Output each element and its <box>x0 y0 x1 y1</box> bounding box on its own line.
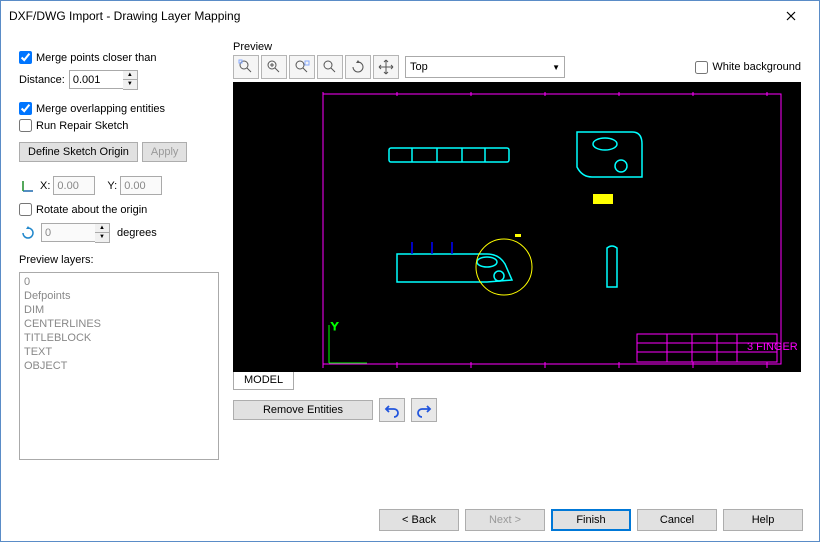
white-bg-label: White background <box>712 61 801 73</box>
redo-button[interactable] <box>411 398 437 422</box>
preview-toolbar: Top ▼ White background <box>233 55 801 79</box>
white-bg-checkbox[interactable]: White background <box>695 61 801 74</box>
list-item[interactable]: TITLEBLOCK <box>24 331 214 345</box>
close-icon <box>786 11 796 21</box>
dialog-window: DXF/DWG Import - Drawing Layer Mapping M… <box>0 0 820 542</box>
list-item[interactable]: OBJECT <box>24 359 214 373</box>
list-item[interactable]: Defpoints <box>24 289 214 303</box>
layers-listbox[interactable]: 0 Defpoints DIM CENTERLINES TITLEBLOCK T… <box>19 272 219 460</box>
rotate-view-button[interactable] <box>345 55 371 79</box>
apply-button: Apply <box>142 142 188 162</box>
redo-icon <box>416 402 432 418</box>
zoom-out-button[interactable] <box>317 55 343 79</box>
origin-icon <box>19 177 37 195</box>
merge-overlap-input[interactable] <box>19 102 32 115</box>
undo-icon <box>384 402 400 418</box>
remove-entities-button[interactable]: Remove Entities <box>233 400 373 420</box>
drawing-preview: 3 FINGER JAW Y <box>233 82 801 372</box>
next-button: Next > <box>465 509 545 531</box>
merge-overlap-checkbox[interactable]: Merge overlapping entities <box>19 102 219 115</box>
distance-down[interactable]: ▼ <box>123 80 137 89</box>
x-input[interactable] <box>53 176 95 195</box>
rotate-icon <box>19 224 37 242</box>
pan-button[interactable] <box>373 55 399 79</box>
list-item[interactable]: CENTERLINES <box>24 317 214 331</box>
zoom-in-icon <box>294 59 310 75</box>
pan-icon <box>378 59 394 75</box>
titlebar: DXF/DWG Import - Drawing Layer Mapping <box>1 1 819 31</box>
white-bg-input[interactable] <box>695 61 708 74</box>
angle-spinner[interactable]: ▲ ▼ <box>41 223 113 243</box>
preview-label: Preview <box>233 41 801 53</box>
zoom-in-button[interactable] <box>289 55 315 79</box>
zoom-area-icon <box>266 59 282 75</box>
view-select[interactable]: Top ▼ <box>405 56 565 78</box>
window-title: DXF/DWG Import - Drawing Layer Mapping <box>9 9 771 23</box>
merge-points-label: Merge points closer than <box>36 52 156 64</box>
angle-down[interactable]: ▼ <box>95 233 109 242</box>
distance-label: Distance: <box>19 74 65 86</box>
zoom-out-icon <box>322 59 338 75</box>
zoom-fit-button[interactable] <box>233 55 259 79</box>
preview-panel: Preview Top ▼ White background <box>233 41 801 491</box>
chevron-down-icon: ▼ <box>552 63 560 72</box>
options-panel: Merge points closer than Distance: ▲ ▼ M… <box>19 41 219 491</box>
distance-up[interactable]: ▲ <box>123 71 137 80</box>
list-item[interactable]: DIM <box>24 303 214 317</box>
rotate-input[interactable] <box>19 203 32 216</box>
zoom-fit-icon <box>238 59 254 75</box>
finish-button[interactable]: Finish <box>551 509 631 531</box>
degrees-label: degrees <box>117 227 157 239</box>
svg-text:3 FINGER JAW: 3 FINGER JAW <box>747 341 801 353</box>
preview-layers-label: Preview layers: <box>19 254 219 266</box>
run-repair-checkbox[interactable]: Run Repair Sketch <box>19 119 219 132</box>
define-origin-button[interactable]: Define Sketch Origin <box>19 142 138 162</box>
x-label: X: <box>40 180 50 192</box>
view-select-value: Top <box>410 61 428 73</box>
wizard-footer: < Back Next > Finish Cancel Help <box>379 509 803 531</box>
y-input[interactable] <box>120 176 162 195</box>
rotate-checkbox[interactable]: Rotate about the origin <box>19 203 219 216</box>
y-label: Y: <box>107 180 117 192</box>
run-repair-input[interactable] <box>19 119 32 132</box>
angle-up[interactable]: ▲ <box>95 224 109 233</box>
cancel-button[interactable]: Cancel <box>637 509 717 531</box>
rotate-label: Rotate about the origin <box>36 204 147 216</box>
rotate-view-icon <box>350 59 366 75</box>
zoom-area-button[interactable] <box>261 55 287 79</box>
angle-input[interactable] <box>41 223 96 242</box>
distance-spinner[interactable]: ▲ ▼ <box>69 70 141 90</box>
merge-overlap-label: Merge overlapping entities <box>36 103 165 115</box>
run-repair-label: Run Repair Sketch <box>36 120 128 132</box>
list-item[interactable]: TEXT <box>24 345 214 359</box>
close-button[interactable] <box>771 2 811 30</box>
merge-points-input[interactable] <box>19 51 32 64</box>
svg-text:Y: Y <box>331 321 339 333</box>
merge-points-checkbox[interactable]: Merge points closer than <box>19 51 219 64</box>
tab-model[interactable]: MODEL <box>233 371 294 390</box>
undo-button[interactable] <box>379 398 405 422</box>
help-button[interactable]: Help <box>723 509 803 531</box>
distance-input[interactable] <box>69 70 124 89</box>
list-item[interactable]: 0 <box>24 275 214 289</box>
back-button[interactable]: < Back <box>379 509 459 531</box>
preview-canvas[interactable]: 3 FINGER JAW Y <box>233 82 801 372</box>
